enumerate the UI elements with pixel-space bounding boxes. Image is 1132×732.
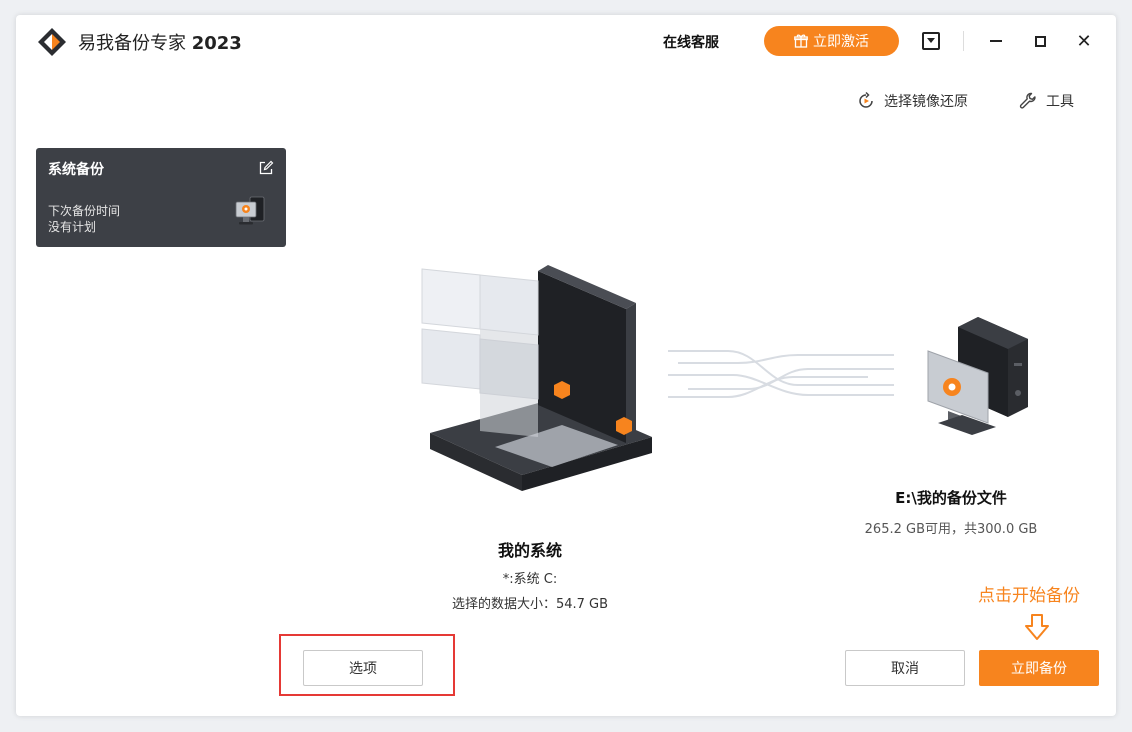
titlebar-divider	[963, 31, 964, 51]
my-system-illustration	[421, 265, 652, 491]
app-title: 易我备份专家 2023	[78, 29, 242, 55]
backup-plan-status: 没有计划	[48, 220, 97, 234]
close-icon[interactable]: ✕	[1072, 29, 1096, 53]
computer-icon	[235, 196, 265, 225]
maximize-icon[interactable]	[1028, 29, 1052, 53]
app-name: 易我备份专家	[78, 33, 186, 54]
app-version: 2023	[191, 33, 242, 54]
app-window: 易我备份专家 2023 在线客服 立即激活 ✕ 选择镜像还原 工具 系统备份 下…	[16, 15, 1116, 716]
gift-icon	[794, 34, 808, 48]
source-title: 我的系统	[497, 541, 562, 560]
title-bar: 易我备份专家 2023 在线客服 立即激活 ✕	[16, 15, 1116, 69]
backup-now-button[interactable]: 立即备份	[979, 650, 1099, 686]
next-backup-label: 下次备份时间	[48, 204, 121, 218]
tools-label: 工具	[1046, 94, 1074, 110]
activate-button[interactable]: 立即激活	[764, 26, 899, 56]
wrench-icon	[1019, 92, 1036, 109]
dropdown-menu-icon[interactable]	[922, 32, 940, 50]
down-arrow-icon	[1025, 614, 1049, 640]
target-path[interactable]: E:\我的备份文件	[851, 487, 1051, 508]
cancel-button[interactable]: 取消	[845, 650, 965, 686]
options-button[interactable]: 选项	[303, 650, 423, 686]
restore-icon	[859, 91, 873, 108]
system-backup-card[interactable]: 系统备份 下次备份时间 没有计划	[36, 148, 286, 247]
backup-flow-lines	[668, 350, 894, 398]
minimize-icon[interactable]	[984, 29, 1008, 53]
app-logo-icon	[38, 28, 66, 56]
edit-icon[interactable]	[258, 160, 274, 176]
target-free-space: 265.2 GB可用，共300.0 GB	[864, 522, 1038, 537]
start-backup-hint: 点击开始备份	[978, 586, 1080, 606]
restore-image-label: 选择镜像还原	[884, 94, 968, 110]
online-service-link[interactable]: 在线客服	[663, 32, 719, 52]
restore-image-button[interactable]: 选择镜像还原	[856, 91, 968, 111]
backup-target-illustration	[927, 317, 1028, 435]
source-data-size: 选择的数据大小：54.7 GB	[451, 597, 609, 612]
tools-button[interactable]: 工具	[1018, 91, 1074, 111]
source-partition: *:系统 C:	[502, 572, 558, 587]
activate-label: 立即激活	[813, 33, 869, 49]
backup-card-title: 系统备份	[48, 162, 104, 178]
